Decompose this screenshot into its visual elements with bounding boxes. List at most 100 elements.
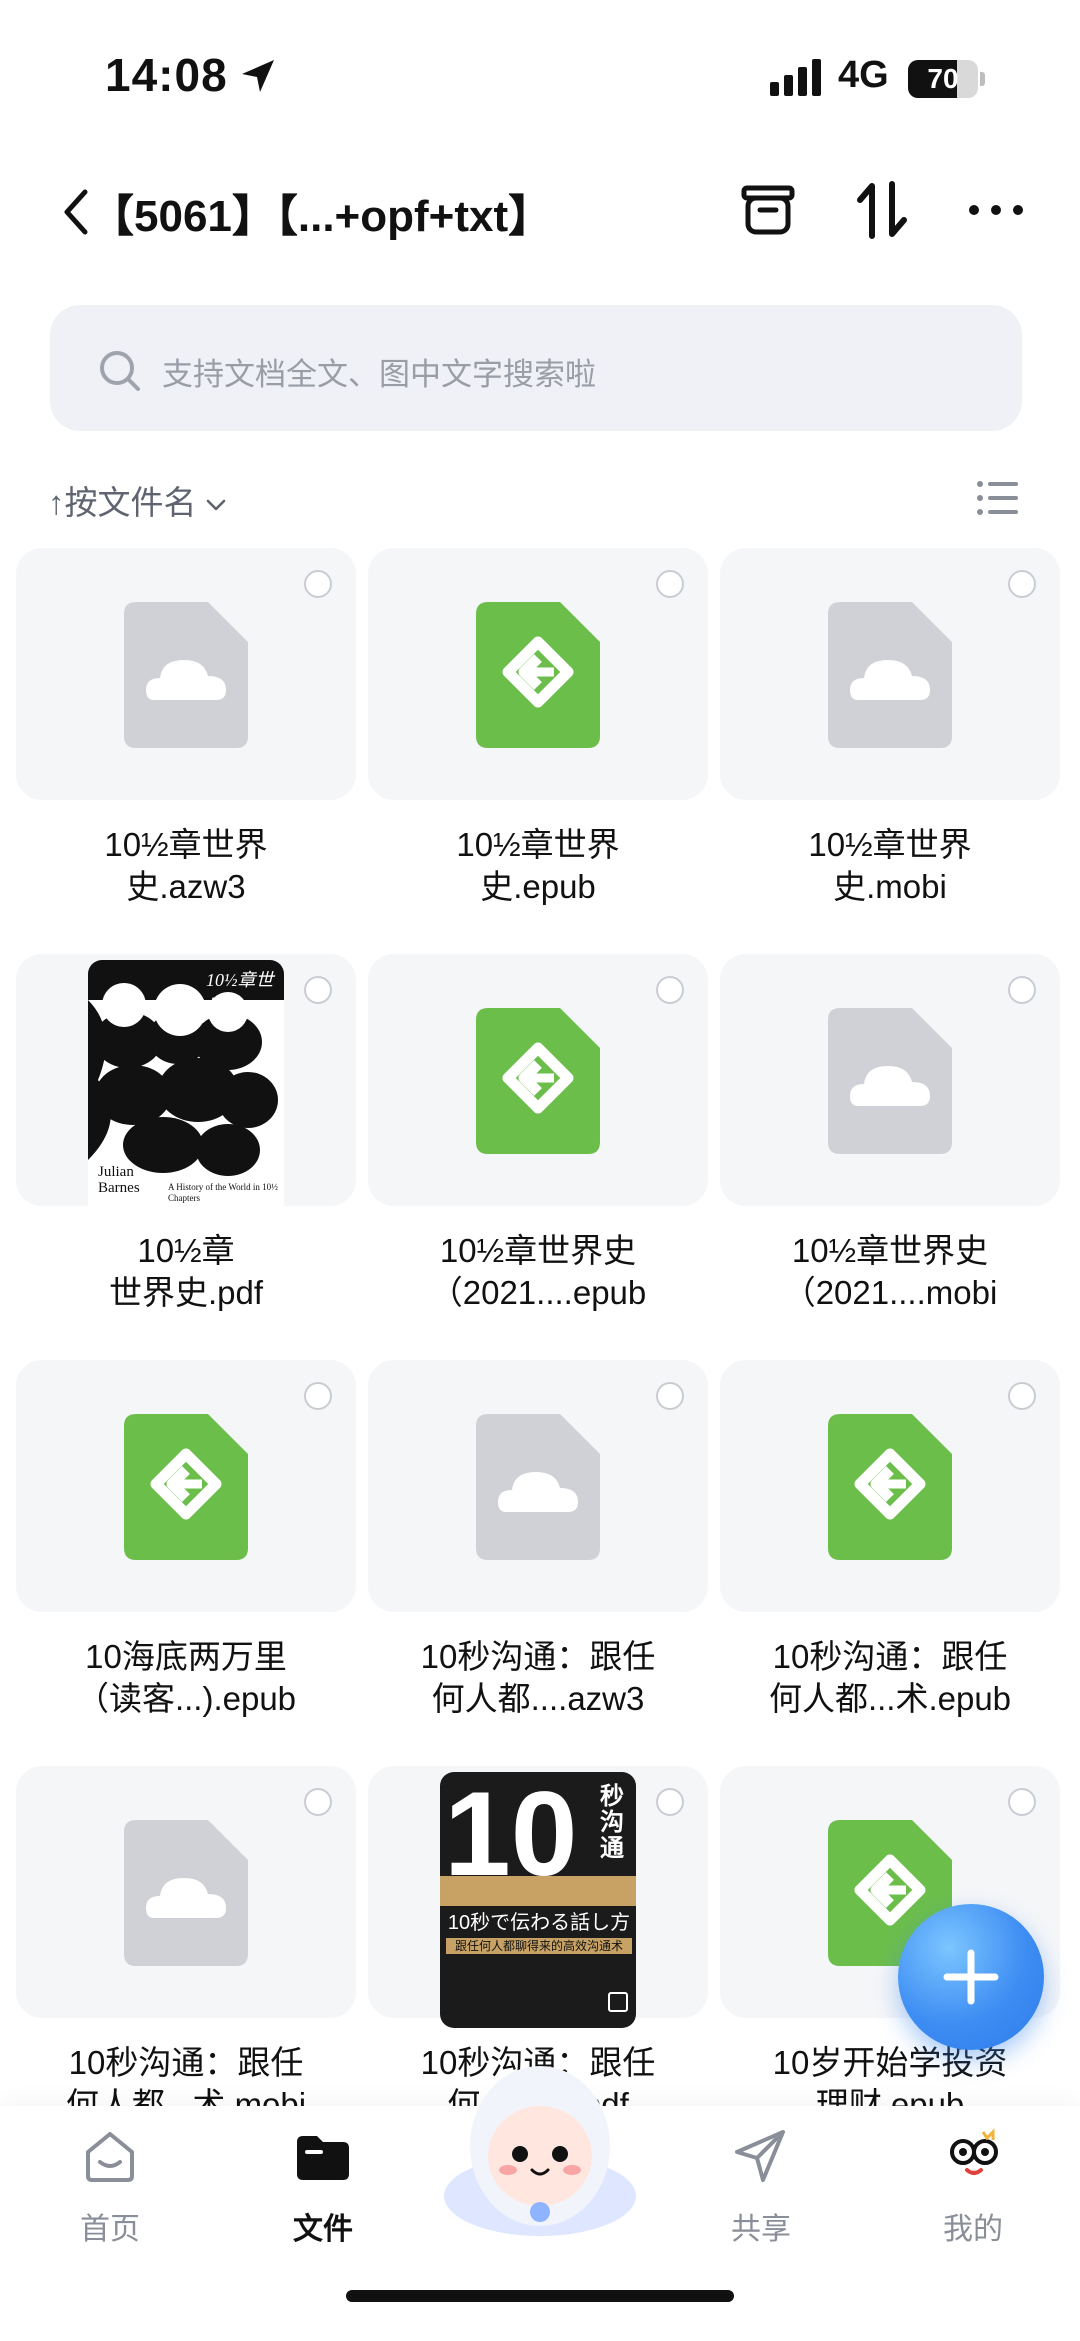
- select-radio[interactable]: [1008, 976, 1036, 1004]
- file-card[interactable]: [368, 1360, 708, 1612]
- folder-icon: [297, 2136, 349, 2180]
- file-name: 10秒沟通：跟任 何人都....azw3: [420, 1638, 656, 1717]
- nav-header: 【5061】【...+opf+txt】: [0, 150, 1080, 280]
- file-name: 10秒沟通：跟任 何人都...术.mobi: [65, 2044, 307, 2106]
- cloud-file-icon: [476, 1414, 600, 1560]
- battery-tip: [980, 72, 985, 86]
- tab-label: 我的: [943, 2213, 1003, 2246]
- search-bar[interactable]: 支持文档全文、图中文字搜索啦: [50, 305, 1022, 431]
- file-name: 10½章 世界史.pdf: [108, 1232, 264, 1311]
- cover-subtitle: A History of the World in 10½ Chapters: [168, 1182, 278, 1203]
- file-item[interactable]: 10½章世界 史.mobi: [720, 548, 1060, 948]
- page-title: 【5061】【...+opf+txt】: [90, 192, 553, 241]
- plus-icon: [943, 1949, 999, 2005]
- tab-label: 共享: [731, 2213, 791, 2246]
- tab-home[interactable]: 首页: [45, 2126, 175, 2266]
- select-radio[interactable]: [304, 976, 332, 1004]
- battery-percent: 70: [927, 63, 959, 94]
- select-radio[interactable]: [656, 1382, 684, 1410]
- file-card[interactable]: [720, 548, 1060, 800]
- file-card[interactable]: [368, 548, 708, 800]
- epub-file-icon: [476, 602, 600, 748]
- file-item[interactable]: 10秒沟通：跟任 何人都....azw3: [368, 1360, 708, 1760]
- cloud-file-icon: [828, 602, 952, 748]
- file-name: 10½章世界史 （2021....epub: [429, 1232, 647, 1311]
- pdf-cover-thumbnail: 10½章世界史 Julian Barnes A History of the W…: [88, 960, 284, 1216]
- file-item[interactable]: 10½章世界 史.epub: [368, 548, 708, 948]
- cover-side-title: 秒沟通: [600, 1783, 624, 1862]
- sort-arrows-icon[interactable]: [852, 178, 912, 242]
- archive-box-icon[interactable]: [738, 180, 798, 240]
- network-type: 4G: [838, 54, 889, 96]
- sort-row: ↑按文件名: [0, 470, 1080, 530]
- select-radio[interactable]: [656, 976, 684, 1004]
- list-view-icon[interactable]: [976, 480, 1018, 516]
- select-radio[interactable]: [1008, 1382, 1036, 1410]
- mascot-image: [444, 2066, 636, 2236]
- file-item[interactable]: 10½章世界史 （2021....epub: [368, 954, 708, 1354]
- battery-icon: 70: [908, 60, 978, 98]
- cover-title: 10½章世界史: [206, 970, 274, 1016]
- tab-label: 文件: [293, 2213, 353, 2246]
- select-radio[interactable]: [1008, 1788, 1036, 1816]
- select-radio[interactable]: [304, 570, 332, 598]
- epub-file-icon: [124, 1414, 248, 1560]
- select-radio[interactable]: [656, 570, 684, 598]
- cover-jp-title: 10秒で伝わる話し方: [447, 1912, 631, 1934]
- signal-icon: [770, 59, 821, 96]
- select-radio[interactable]: [1008, 570, 1036, 598]
- file-card[interactable]: 10½章世界史 Julian Barnes A History of the W…: [16, 954, 356, 1216]
- profile-face-icon: [950, 2128, 998, 2175]
- add-button[interactable]: [898, 1904, 1044, 2050]
- status-time: 14:08: [105, 49, 228, 101]
- file-card[interactable]: [16, 548, 356, 800]
- send-icon: [735, 2130, 785, 2182]
- file-card[interactable]: [16, 1766, 356, 2018]
- file-card[interactable]: [720, 954, 1060, 1206]
- cover-cn-subtitle: 跟任何人都聊得来的高效沟通术: [446, 1938, 632, 1954]
- file-item[interactable]: 10海底两万里 （读客...).epub: [16, 1360, 356, 1760]
- file-item[interactable]: 10½章世界史 Julian Barnes A History of the W…: [16, 954, 356, 1354]
- select-radio[interactable]: [304, 1382, 332, 1410]
- cloud-file-icon: [124, 602, 248, 748]
- epub-file-icon: [828, 1414, 952, 1560]
- mascot-icon[interactable]: [440, 2036, 640, 2256]
- file-item[interactable]: 10½章世界 史.azw3: [16, 548, 356, 948]
- file-item[interactable]: 10½章世界史 （2021....mobi: [720, 954, 1060, 1354]
- file-name: 10海底两万里 （读客...).epub: [75, 1638, 297, 1717]
- file-grid: 10½章世界 史.azw3 10½章世界 史.epub 10½章世界 史.mobi: [16, 548, 1066, 2106]
- tab-me[interactable]: 我的: [908, 2126, 1038, 2266]
- hand-pointer-icon: [608, 1992, 628, 2012]
- file-item[interactable]: 10秒沟通：跟任 何人都...术.epub: [720, 1360, 1060, 1760]
- file-name: 10岁开始学投资 理财.epub: [772, 2044, 1008, 2106]
- file-item[interactable]: 10秒沟通：跟任 何人都...术.mobi: [16, 1766, 356, 2106]
- pdf-cover-thumbnail: 10 秒沟通 10秒で伝わる話し方 跟任何人都聊得来的高效沟通术: [440, 1772, 636, 2028]
- cloud-file-icon: [124, 1820, 248, 1966]
- select-radio[interactable]: [656, 1788, 684, 1816]
- sort-label: ↑按文件名: [48, 484, 197, 521]
- file-card[interactable]: [368, 954, 708, 1206]
- file-name: 10½章世界 史.mobi: [808, 826, 972, 905]
- chevron-left-icon[interactable]: [55, 182, 95, 242]
- cover-band: [440, 1876, 636, 1906]
- search-placeholder: 支持文档全文、图中文字搜索啦: [162, 357, 596, 392]
- cover-author: Julian Barnes: [98, 1164, 140, 1196]
- location-arrow-icon: [242, 60, 274, 92]
- tab-share[interactable]: 共享: [696, 2126, 826, 2266]
- status-bar: 14:08 4G 70: [0, 0, 1080, 150]
- file-name: 10秒沟通：跟任 何人都...术.epub: [768, 1638, 1012, 1717]
- tab-label: 首页: [80, 2213, 140, 2246]
- tab-files[interactable]: 文件: [258, 2126, 388, 2266]
- chevron-down-icon: [206, 499, 225, 511]
- file-name: 10½章世界史 （2021....mobi: [782, 1232, 998, 1311]
- file-card[interactable]: [16, 1360, 356, 1612]
- epub-file-icon: [476, 1008, 600, 1154]
- more-dots-icon[interactable]: [966, 188, 1026, 232]
- bottom-tab-bar: 首页 文件 共享 我的: [0, 2066, 1080, 2341]
- sort-by-name-button[interactable]: ↑按文件名: [48, 476, 227, 524]
- select-radio[interactable]: [304, 1788, 332, 1816]
- file-name: 10½章世界 史.epub: [456, 826, 620, 905]
- file-card[interactable]: 10 秒沟通 10秒で伝わる話し方 跟任何人都聊得来的高效沟通术: [368, 1766, 708, 2028]
- file-card[interactable]: [720, 1360, 1060, 1612]
- home-icon: [86, 2132, 134, 2182]
